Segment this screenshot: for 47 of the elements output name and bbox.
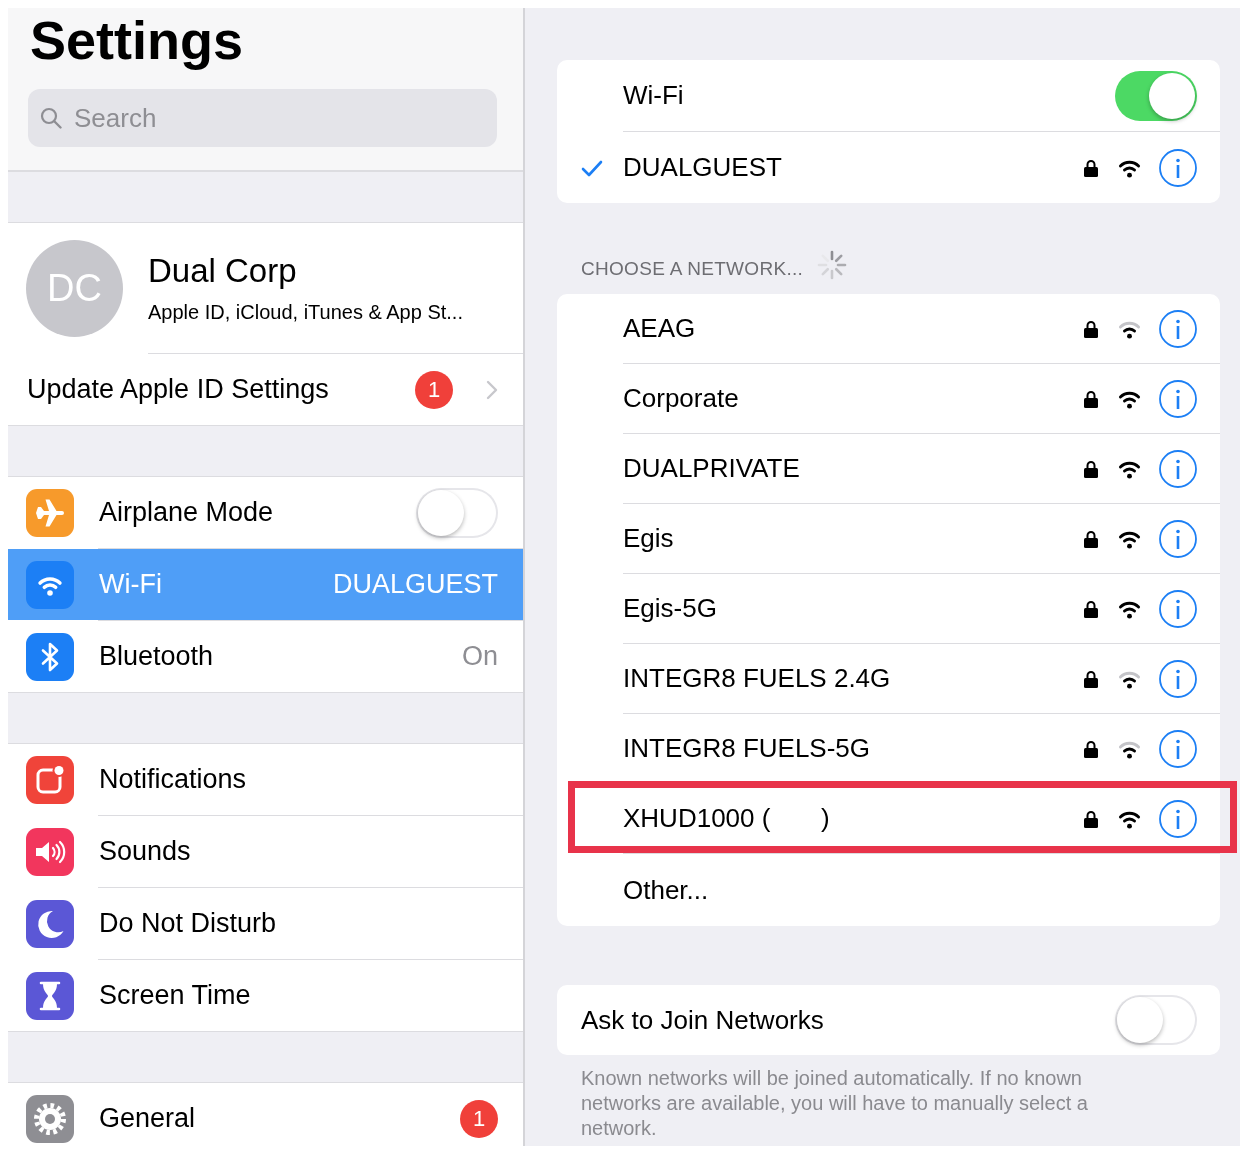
notification-icon [26,755,74,804]
network-row[interactable]: INTEGR8 FUELS-5G [557,714,1220,783]
hourglass-icon [26,971,74,1020]
network-row[interactable]: DUALGUEST [557,132,1220,203]
info-button[interactable] [1159,799,1197,838]
info-button[interactable] [1159,659,1197,698]
info-button[interactable] [1159,589,1197,628]
profile-subtitle: Apple ID, iCloud, iTunes & App St... [148,300,463,324]
info-button[interactable] [1159,519,1197,558]
toggle-switch[interactable] [1115,70,1197,121]
info-button[interactable] [1159,379,1197,418]
row-value: On [461,641,498,672]
info-button[interactable] [1159,148,1197,187]
profile-name: Dual Corp [148,252,297,290]
avatar: DC [26,239,123,337]
network-row[interactable]: INTEGR8 FUELS 2.4G [557,644,1220,713]
search-icon [40,107,62,129]
bluetooth-icon [26,632,74,681]
settings-row[interactable]: Ask to Join Networks [557,985,1220,1055]
settings-row[interactable]: Wi-Fi [557,60,1220,131]
footer-note: Known networks will be joined automatically. If no known networks are available, you will have to manually select a network. [580,1066,1089,1141]
network-row[interactable]: XHUD1000 ( ) [557,784,1220,853]
toggle-switch[interactable] [1115,995,1197,1045]
notification-badge: 1 [460,1099,498,1138]
moon-icon [26,899,74,948]
section-header: CHOOSE A NETWORK... [581,258,804,280]
info-button[interactable] [1159,449,1197,488]
notification-badge: 1 [415,370,453,409]
toggle-switch[interactable] [416,487,498,538]
chevron-icon [486,379,498,400]
network-row[interactable]: Corporate [557,364,1220,433]
info-button[interactable] [1159,729,1197,768]
airplane-icon [26,488,74,537]
network-row[interactable]: Egis-5G [557,574,1220,643]
network-row[interactable]: DUALPRIVATE [557,434,1220,503]
network-row[interactable]: Other... [557,854,1220,926]
page-title: Settings [29,9,245,72]
network-row[interactable]: AEAG [557,294,1220,363]
speaker-icon [26,827,74,876]
info-button[interactable] [1159,309,1197,348]
network-row[interactable]: Egis [557,504,1220,573]
profile-row[interactable]: DC Dual Corp Apple ID, iCloud, iTunes & App St... [8,223,523,353]
search-field[interactable]: Search [28,89,497,147]
spinner-icon [817,250,848,280]
gear-icon [26,1094,74,1143]
wifi-icon [26,560,74,609]
row-value: DUALGUEST [332,569,498,600]
